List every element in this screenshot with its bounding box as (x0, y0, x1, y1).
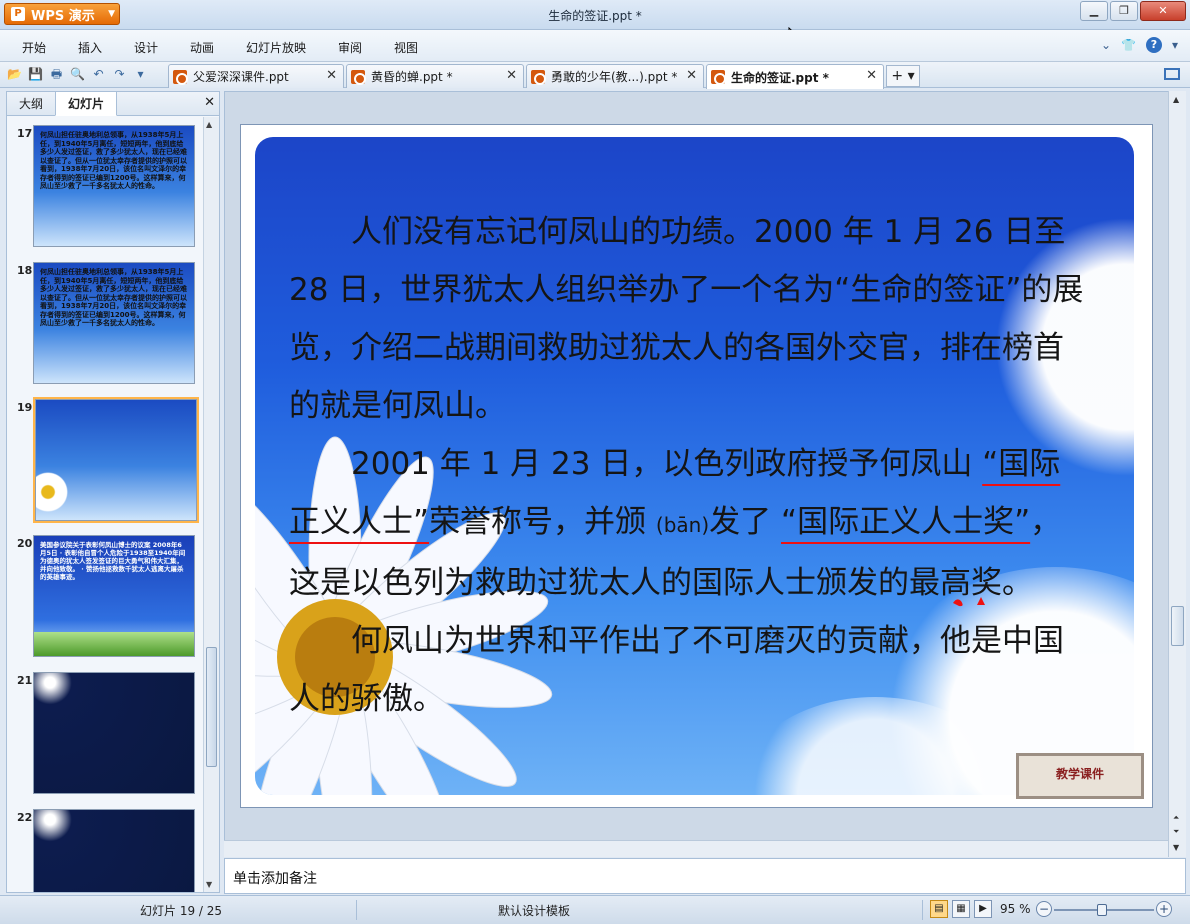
slides-panel-scrollbar[interactable]: ▲ ▼ (203, 117, 219, 892)
doc-tab-3[interactable]: 勇敢的少年(教...).ppt * ✕ (526, 64, 704, 88)
menu-design[interactable]: 设计 (134, 39, 158, 56)
slide-number: 21 (17, 674, 33, 687)
menu-animation[interactable]: 动画 (190, 39, 214, 56)
ppt-file-icon (351, 69, 366, 85)
slide-paragraph-3: 何凤山为世界和平作出了不可磨灭的贡献，他是中国人的骄傲。 (289, 623, 1064, 717)
tab-slides[interactable]: 幻灯片 (55, 91, 118, 116)
ppt-file-icon (173, 69, 188, 85)
scroll-up-icon[interactable]: ▲ (1173, 95, 1179, 104)
slide-paragraph-1: 人们没有忘记何凤山的功绩。2000 年 1 月 26 日至 28 日，世界犹太人… (289, 214, 1084, 424)
minimize-button[interactable]: ▁ (1080, 1, 1108, 21)
text-run: 荣誉称号，并颁 (429, 504, 656, 540)
close-window-button[interactable]: ✕ (1140, 1, 1186, 21)
new-tab-button[interactable]: + ▾ (886, 65, 920, 87)
slide-number: 22 (17, 811, 33, 824)
menu-bar: 开始 插入 设计 动画 幻灯片放映 审阅 视图 ⌄ 👕 ? ▾ (0, 30, 1190, 62)
zoom-percent: 95 % (1000, 902, 1031, 916)
ppt-file-icon (531, 69, 546, 85)
slide-number: 20 (17, 537, 33, 550)
slide-number: 18 (17, 264, 33, 277)
help-dropdown-icon[interactable]: ▾ (1172, 38, 1178, 52)
slide-text-box[interactable]: 人们没有忘记何凤山的功绩。2000 年 1 月 26 日至 28 日，世界犹太人… (289, 203, 1089, 728)
doc-tab-label: 生命的签证.ppt * (731, 70, 829, 85)
next-slide-icon[interactable]: ⏷ (1173, 827, 1179, 837)
slide-position: 幻灯片 19 / 25 (140, 904, 223, 918)
customize-toolbar-icon[interactable]: ▾ (132, 66, 149, 83)
doc-tab-label: 黄昏的蝉.ppt * (371, 70, 453, 84)
grass-image (34, 632, 194, 656)
open-icon[interactable]: 📂 (6, 66, 23, 83)
menu-slideshow[interactable]: 幻灯片放映 (246, 39, 306, 56)
tab-close-icon[interactable]: ✕ (326, 68, 337, 83)
scroll-thumb[interactable] (1171, 606, 1184, 646)
slide-paragraph-2: 2001 年 1 月 23 日，以色列政府授予何凤山 “国际正义人士”荣誉称号，… (289, 435, 1089, 612)
zoom-slider-knob[interactable] (1096, 904, 1107, 916)
scroll-down-icon[interactable]: ▼ (1173, 843, 1179, 852)
redo-icon[interactable]: ↷ (111, 66, 128, 83)
status-bar: 幻灯片 19 / 25 默认设计模板 ▤ ▦ ▶ 95 % − + (0, 895, 1190, 924)
print-preview-icon[interactable]: 🔍 (69, 66, 86, 83)
scroll-up-icon[interactable]: ▲ (206, 120, 212, 129)
text-run: 2001 年 1 月 23 日，以色列政府授予何凤山 (351, 446, 983, 482)
thumbnail-text: 何凤山担任驻奥地利总领事，从1938年5月上任，到1940年5月离任，短短两年，… (40, 131, 187, 190)
print-icon[interactable]: 🖶 (48, 66, 65, 83)
menu-home[interactable]: 开始 (22, 39, 46, 56)
zoom-in-button[interactable]: + (1156, 901, 1172, 917)
title-bar: P WPS 演示 ▼ 生命的签证.ppt * ▁ ❐ ✕ (0, 0, 1190, 30)
undo-icon[interactable]: ↶ (90, 66, 107, 83)
document-tab-bar: 📂 💾 🖶 🔍 ↶ ↷ ▾ 父爱深深课件.ppt ✕ 黄昏的蝉.ppt * ✕ … (0, 62, 1190, 89)
underlined-term: “国际正义人士奖” (781, 504, 1031, 540)
slides-panel: 大纲 幻灯片 ✕ 17 何凤山担任驻奥地利总领事，从1938年5月上任，到194… (6, 91, 220, 893)
scroll-thumb[interactable] (206, 647, 217, 767)
tab-close-icon[interactable]: ✕ (686, 68, 697, 83)
doc-tab-label: 父爱深深课件.ppt (193, 70, 289, 84)
zoom-slider[interactable] (1054, 904, 1154, 916)
slide-number: 17 (17, 127, 33, 140)
notes-pane[interactable]: 单击添加备注 (224, 858, 1186, 894)
text-run: 发了 (709, 504, 782, 540)
ppt-file-icon (711, 70, 726, 85)
skin-shirt-icon[interactable]: 👕 (1121, 38, 1136, 52)
pinyin-text: (bān) (655, 513, 710, 537)
thumbnail-text: 美国参议院关于表彰何凤山博士的议案 2008年6月5日 · 表彰他自冒个人危险于… (40, 541, 186, 581)
menu-insert[interactable]: 插入 (78, 39, 102, 56)
collapse-ribbon-icon[interactable]: ⌄ (1101, 38, 1111, 52)
save-icon[interactable]: 💾 (27, 66, 44, 83)
editor-vertical-scrollbar[interactable]: ▲ ⏶ ⏷ ▼ (1168, 91, 1186, 857)
thumbnail-text: 何凤山担任驻奥地利总领事，从1938年5月上任，到1940年5月离任，短短两年，… (40, 268, 187, 327)
daisy-image (36, 470, 70, 514)
help-icon[interactable]: ? (1145, 37, 1162, 53)
notes-placeholder: 单击添加备注 (233, 871, 317, 887)
current-slide[interactable]: 教学课件 人们没有忘记何凤山的功绩。2000 年 1 月 26 日至 28 日，… (240, 124, 1153, 808)
menu-review[interactable]: 审阅 (338, 39, 362, 56)
maximize-button[interactable]: ❐ (1110, 1, 1138, 21)
editor-horizontal-scrollbar[interactable] (224, 840, 1168, 857)
close-panel-icon[interactable]: ✕ (204, 95, 215, 110)
doc-tab-label: 勇敢的少年(教...).ppt * (551, 70, 678, 84)
doc-tab-1[interactable]: 父爱深深课件.ppt ✕ (168, 64, 344, 88)
tab-close-icon[interactable]: ✕ (866, 68, 877, 83)
slide-number: 19 (17, 401, 33, 414)
slideshow-view-button[interactable]: ▶ (974, 900, 992, 918)
doc-tab-active[interactable]: 生命的签证.ppt * ✕ (706, 64, 884, 89)
window-layout-icon[interactable] (1164, 68, 1180, 80)
slide-sorter-view-button[interactable]: ▦ (952, 900, 970, 918)
menu-view[interactable]: 视图 (394, 39, 418, 56)
zoom-out-button[interactable]: − (1036, 901, 1052, 917)
tab-close-icon[interactable]: ✕ (506, 68, 517, 83)
normal-view-button[interactable]: ▤ (930, 900, 948, 918)
doc-tab-2[interactable]: 黄昏的蝉.ppt * ✕ (346, 64, 524, 88)
tab-outline[interactable]: 大纲 (7, 92, 55, 115)
red-emphasis-marks (953, 597, 985, 607)
template-name: 默认设计模板 (498, 904, 571, 918)
scroll-down-icon[interactable]: ▼ (206, 880, 212, 889)
stamp-image: 教学课件 (1016, 753, 1144, 799)
previous-slide-icon[interactable]: ⏶ (1173, 813, 1179, 823)
window-title: 生命的签证.ppt * (548, 9, 642, 23)
